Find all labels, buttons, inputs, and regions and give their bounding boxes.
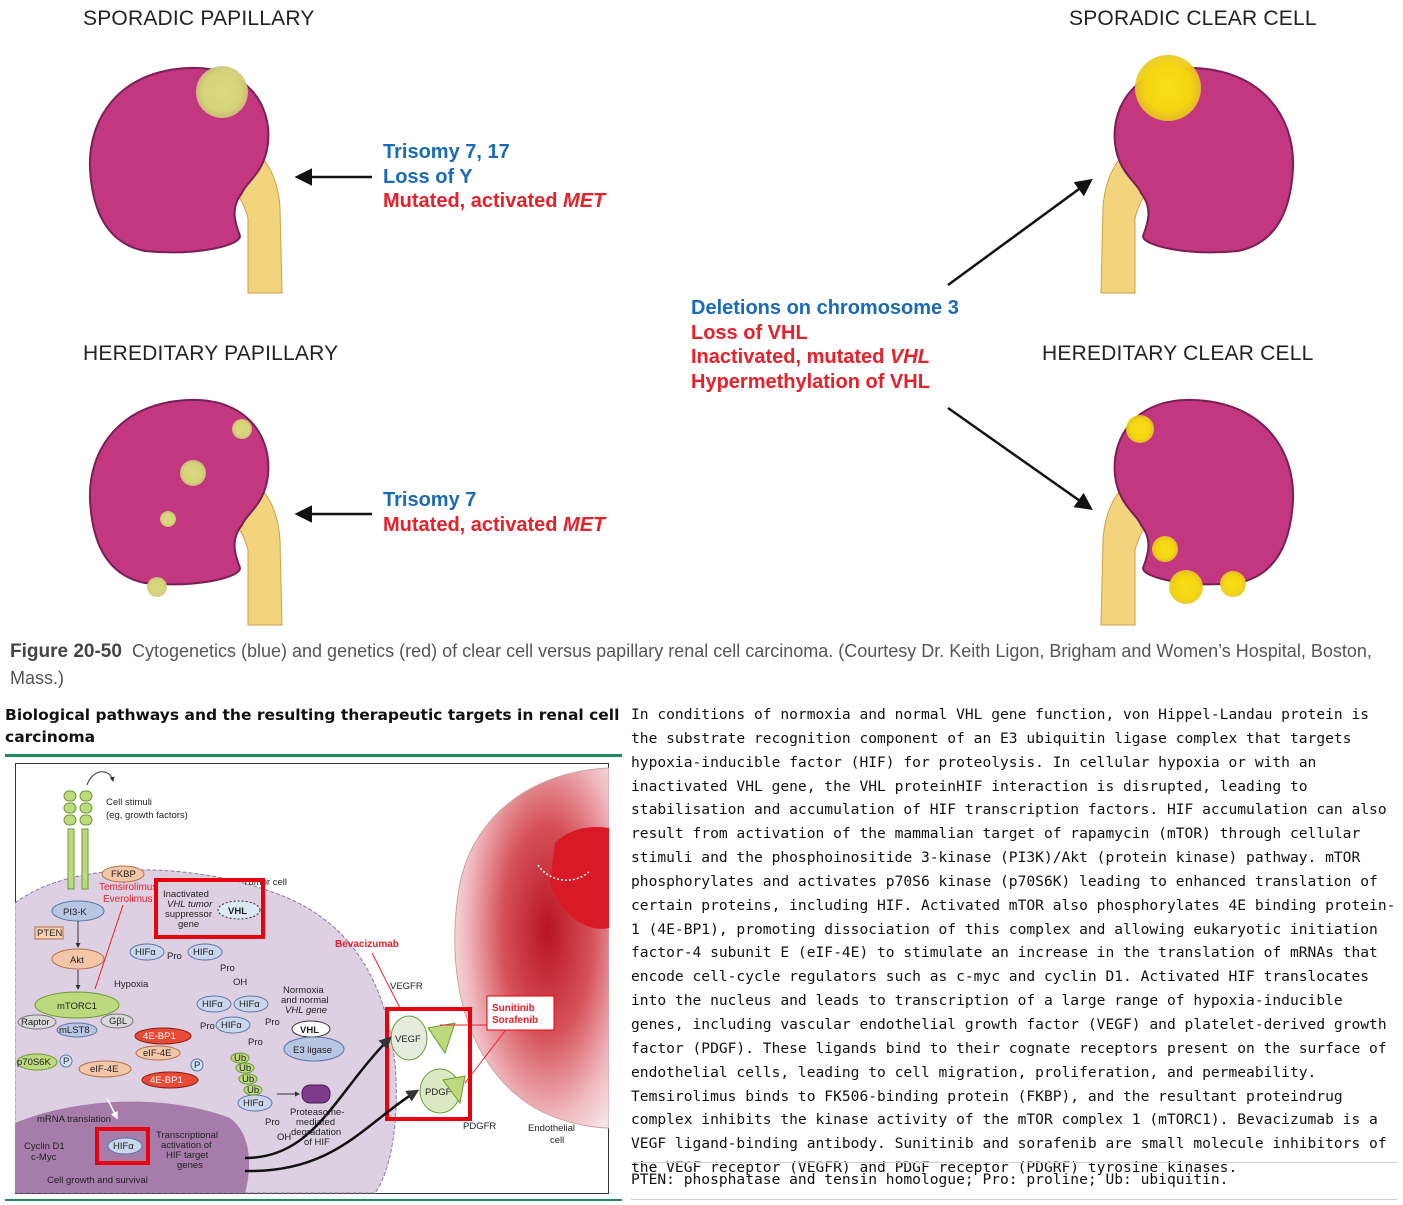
tumor-spot bbox=[180, 460, 206, 486]
svg-text:HIFα: HIFα bbox=[239, 999, 260, 1010]
svg-text:PTEN: PTEN bbox=[37, 928, 62, 939]
svg-text:VEGFR: VEGFR bbox=[390, 981, 423, 992]
svg-text:Cell growth and survival: Cell growth and survival bbox=[47, 1175, 148, 1186]
tumor-spot bbox=[1135, 55, 1201, 121]
svg-text:Pro: Pro bbox=[265, 1117, 280, 1128]
svg-text:Ub: Ub bbox=[242, 1074, 254, 1085]
caption-text: Cytogenetics (blue) and genetics (red) o… bbox=[10, 641, 1372, 688]
svg-text:Everolimus: Everolimus bbox=[103, 894, 152, 905]
svg-text:FKBP: FKBP bbox=[111, 869, 136, 880]
svg-text:gene: gene bbox=[178, 919, 199, 930]
svg-text:P: P bbox=[63, 1056, 69, 1067]
figure-label: Figure 20-50 bbox=[10, 641, 122, 662]
svg-text:VHL: VHL bbox=[300, 1025, 319, 1036]
svg-text:Cell stimuli: Cell stimuli bbox=[106, 797, 152, 808]
svg-text:mRNA translation: mRNA translation bbox=[37, 1114, 111, 1125]
cytogenetic-label: Loss of Y bbox=[383, 165, 473, 188]
svg-text:(eg, growth factors): (eg, growth factors) bbox=[106, 810, 188, 821]
kidney-hereditary-clear-cell bbox=[1100, 398, 1295, 626]
svg-text:Hypoxia: Hypoxia bbox=[114, 979, 149, 990]
genetic-label: Mutated, activated MET bbox=[383, 513, 606, 536]
svg-text:HIFα: HIFα bbox=[221, 1020, 242, 1031]
svg-text:Sunitinib: Sunitinib bbox=[492, 1003, 535, 1014]
svg-text:E3 ligase: E3 ligase bbox=[293, 1045, 332, 1056]
svg-text:Bevacizumab: Bevacizumab bbox=[335, 939, 399, 950]
svg-text:HIFα: HIFα bbox=[193, 947, 214, 958]
arrow-to-sporadic-clear bbox=[947, 178, 1093, 287]
svg-text:Akt: Akt bbox=[70, 955, 84, 966]
divider bbox=[631, 1162, 1397, 1163]
svg-text:genes: genes bbox=[177, 1160, 203, 1171]
svg-text:PDGFR: PDGFR bbox=[463, 1121, 496, 1132]
svg-text:Endothelial: Endothelial bbox=[528, 1123, 575, 1134]
figure-caption: Figure 20-50 Cytogenetics (blue) and gen… bbox=[10, 638, 1395, 691]
svg-text:Temsirolimus: Temsirolimus bbox=[99, 882, 157, 893]
svg-text:Ub: Ub bbox=[247, 1085, 259, 1096]
tumor-spot bbox=[1169, 570, 1203, 604]
svg-text:eIF-4E: eIF-4E bbox=[90, 1064, 119, 1075]
kidney-hereditary-papillary bbox=[88, 398, 283, 626]
abbreviations-footnote: PTEN: phosphatase and tensin homologue; … bbox=[631, 1171, 1229, 1188]
sporadic-papillary-genetics: Trisomy 7, 17 Loss of Y Mutated, activat… bbox=[383, 140, 605, 214]
svg-text:Raptor: Raptor bbox=[21, 1017, 50, 1028]
svg-text:Sorafenib: Sorafenib bbox=[492, 1015, 538, 1026]
kidney-sporadic-clear-cell bbox=[1100, 55, 1295, 294]
svg-text:Pro: Pro bbox=[220, 963, 235, 974]
tumor-spot bbox=[232, 419, 252, 439]
svg-text:OH: OH bbox=[233, 977, 247, 988]
genetic-label: Inactivated, mutated VHL bbox=[691, 346, 930, 368]
bottom-divider bbox=[5, 1199, 622, 1201]
svg-text:HIFα: HIFα bbox=[243, 1098, 264, 1109]
svg-text:HIFα: HIFα bbox=[202, 999, 223, 1010]
tumor-spot bbox=[160, 511, 176, 527]
svg-text:4E-BP1: 4E-BP1 bbox=[143, 1031, 176, 1042]
svg-text:of HIF: of HIF bbox=[304, 1137, 330, 1148]
svg-text:OH: OH bbox=[277, 1132, 291, 1143]
svg-text:Pro: Pro bbox=[167, 951, 182, 962]
svg-text:p70S6K: p70S6K bbox=[17, 1057, 51, 1068]
svg-text:GβL: GβL bbox=[109, 1016, 127, 1027]
tumor-spot bbox=[1220, 571, 1246, 597]
svg-text:PDGF: PDGF bbox=[425, 1087, 452, 1098]
svg-text:4E-BP1: 4E-BP1 bbox=[150, 1075, 183, 1086]
title-divider bbox=[5, 754, 622, 757]
svg-text:Pro: Pro bbox=[265, 1017, 280, 1028]
svg-text:mLST8: mLST8 bbox=[59, 1025, 90, 1036]
tumor-spot bbox=[1152, 536, 1178, 562]
svg-text:HIFα: HIFα bbox=[113, 1141, 134, 1152]
tumor-spot bbox=[196, 66, 248, 118]
svg-text:P: P bbox=[194, 1060, 200, 1071]
genetic-label: Mutated, activated MET bbox=[383, 190, 606, 212]
svg-text:Ub: Ub bbox=[239, 1063, 251, 1074]
genetic-label: Loss of VHL bbox=[691, 321, 808, 344]
svg-text:Pro: Pro bbox=[200, 1021, 215, 1032]
svg-text:c-Myc: c-Myc bbox=[31, 1152, 57, 1163]
pathway-panel-title: Biological pathways and the resulting th… bbox=[5, 706, 620, 746]
svg-text:HIFα: HIFα bbox=[135, 947, 156, 958]
genetic-label: Hypermethylation of VHL bbox=[691, 370, 930, 393]
svg-text:mTORC1: mTORC1 bbox=[57, 1001, 97, 1012]
cytogenetic-label: Trisomy 7 bbox=[383, 489, 477, 511]
svg-text:cell: cell bbox=[550, 1135, 564, 1146]
svg-text:VHL: VHL bbox=[228, 906, 247, 917]
pathway-description: In conditions of normoxia and normal VHL… bbox=[631, 706, 1396, 1177]
cytogenetic-label: Trisomy 7, 17 bbox=[383, 141, 510, 163]
clear-cell-genetics: Deletions on chromosome 3 Loss of VHL In… bbox=[691, 296, 959, 394]
svg-text:eIF-4E: eIF-4E bbox=[143, 1048, 172, 1059]
svg-text:VHL gene: VHL gene bbox=[285, 1005, 327, 1016]
pathway-diagram: Cell stimuli (eg, growth factors) Tumor … bbox=[15, 763, 609, 1194]
tumor-spot bbox=[147, 577, 167, 597]
arrow-to-hereditary-clear bbox=[947, 406, 1093, 511]
cytogenetic-label: Deletions on chromosome 3 bbox=[691, 297, 959, 319]
divider bbox=[631, 1199, 1397, 1200]
kidney-sporadic-papillary bbox=[88, 66, 283, 294]
svg-text:PI3-K: PI3-K bbox=[63, 907, 87, 918]
svg-text:Cyclin D1: Cyclin D1 bbox=[24, 1141, 65, 1152]
tumor-spot bbox=[1126, 415, 1154, 443]
svg-text:Pro: Pro bbox=[248, 1037, 263, 1048]
svg-text:VEGF: VEGF bbox=[395, 1034, 421, 1045]
hereditary-papillary-genetics: Trisomy 7 Mutated, activated MET bbox=[383, 488, 605, 537]
